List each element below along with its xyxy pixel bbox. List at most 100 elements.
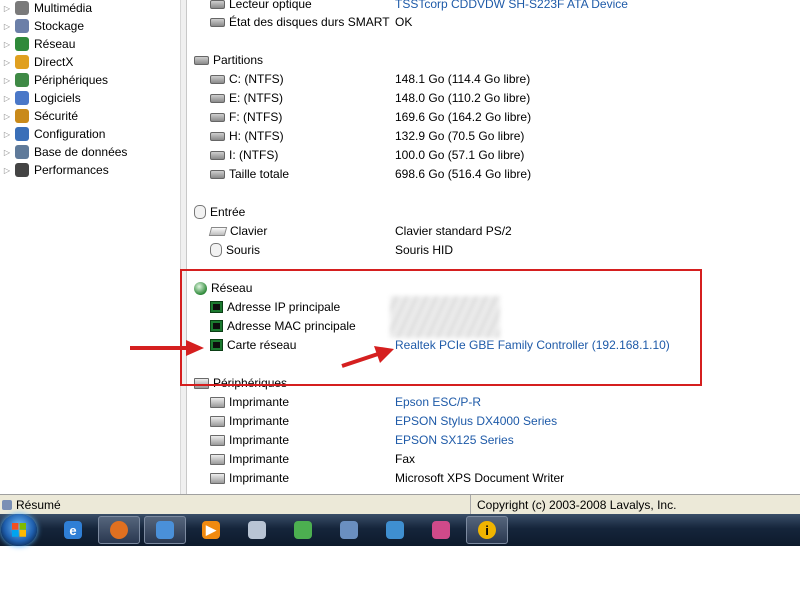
- tree-item-4[interactable]: ▷ Périphériques: [0, 71, 108, 89]
- taskbar-button-4[interactable]: [236, 516, 278, 544]
- tree-item-3[interactable]: ▷ DirectX: [0, 53, 73, 71]
- tree-item-9[interactable]: ▷ Performances: [0, 161, 109, 179]
- drive-icon: [210, 74, 225, 84]
- expand-icon[interactable]: ▷: [2, 4, 12, 13]
- directx-icon: [15, 55, 29, 69]
- table-row[interactable]: C: (NTFS) 148.1 Go (114.4 Go libre): [188, 70, 788, 88]
- network-icon: [15, 37, 29, 51]
- table-row[interactable]: I: (NTFS) 100.0 Go (57.1 Go libre): [188, 146, 788, 164]
- row-value: 169.6 Go (164.2 Go libre): [395, 110, 532, 124]
- row-label: F: (NTFS): [229, 110, 283, 124]
- status-left-text: Résumé: [16, 497, 61, 512]
- row-label-wrap: Entrée: [194, 205, 245, 219]
- expand-icon[interactable]: ▷: [2, 94, 12, 103]
- row-value[interactable]: Epson ESC/P-R: [395, 395, 481, 409]
- start-button[interactable]: [1, 514, 37, 546]
- tree-item-7[interactable]: ▷ Configuration: [0, 125, 105, 143]
- taskbar-button-9[interactable]: i: [466, 516, 508, 544]
- row-label: C: (NTFS): [229, 72, 284, 86]
- tree-item-2[interactable]: ▷ Réseau: [0, 35, 75, 53]
- row-label: Imprimante: [229, 395, 290, 409]
- row-label-wrap: Imprimante: [210, 395, 289, 409]
- annotation-arrow-left: [130, 340, 204, 356]
- printer-icon: [210, 415, 225, 427]
- taskbar-button-2[interactable]: [144, 516, 186, 544]
- drive-icon: [210, 150, 225, 160]
- row-label: E: (NTFS): [229, 91, 283, 105]
- taskbar-button-6[interactable]: [328, 516, 370, 544]
- table-row[interactable]: Imprimante EPSON Stylus DX4000 Series: [188, 412, 788, 430]
- taskbar-button-8[interactable]: [420, 516, 462, 544]
- status-left: Résumé: [0, 495, 470, 514]
- optical-drive-icon: [210, 0, 225, 9]
- tree-item-label: Logiciels: [34, 91, 81, 105]
- taskbar-button-1[interactable]: [98, 516, 140, 544]
- expand-icon[interactable]: ▷: [2, 22, 12, 31]
- row-label-wrap: Lecteur optique: [210, 0, 312, 11]
- table-row[interactable]: Imprimante EPSON SX125 Series: [188, 431, 788, 449]
- table-row[interactable]: Souris Souris HID: [188, 241, 788, 259]
- expand-icon[interactable]: ▷: [2, 112, 12, 121]
- table-row[interactable]: E: (NTFS) 148.0 Go (110.2 Go libre): [188, 89, 788, 107]
- expand-icon[interactable]: ▷: [2, 58, 12, 67]
- tree-item-label: Réseau: [34, 37, 76, 51]
- row-value: 148.0 Go (110.2 Go libre): [395, 91, 531, 105]
- thunderbird-icon: [156, 521, 174, 539]
- section-header: Partitions: [188, 51, 788, 69]
- tree-item-1[interactable]: ▷ Stockage: [0, 17, 84, 35]
- taskbar-button-3[interactable]: ▶: [190, 516, 232, 544]
- internet-explorer-icon: e: [64, 521, 82, 539]
- table-row[interactable]: État des disques durs SMART OK: [188, 13, 788, 31]
- hard-disk-icon: [210, 17, 225, 27]
- row-label: Imprimante: [229, 452, 290, 466]
- firefox-icon: [110, 521, 128, 539]
- expand-icon[interactable]: ▷: [2, 148, 12, 157]
- table-row[interactable]: Clavier Clavier standard PS/2: [188, 222, 788, 240]
- summary-icon: [2, 499, 12, 510]
- row-label: État des disques durs SMART: [229, 15, 390, 29]
- status-bar: Résumé Copyright (c) 2003-2008 Lavalys, …: [0, 494, 800, 514]
- row-label-wrap: H: (NTFS): [210, 129, 284, 143]
- shield-icon: [15, 109, 29, 123]
- annotation-arrow-right: [341, 346, 394, 368]
- table-row[interactable]: H: (NTFS) 132.9 Go (70.5 Go libre): [188, 127, 788, 145]
- row-value: 100.0 Go (57.1 Go libre): [395, 148, 525, 162]
- row-label-wrap: Clavier: [208, 224, 268, 238]
- row-label: Partitions: [213, 53, 264, 67]
- row-label-wrap: Imprimante: [210, 414, 289, 428]
- row-label-wrap: Imprimante: [210, 433, 289, 447]
- taskbar-button-7[interactable]: [374, 516, 416, 544]
- expand-icon[interactable]: ▷: [2, 76, 12, 85]
- table-row[interactable]: F: (NTFS) 169.6 Go (164.2 Go libre): [188, 108, 788, 126]
- tree-item-6[interactable]: ▷ Sécurité: [0, 107, 78, 125]
- users-icon: [386, 521, 404, 539]
- row-value: 148.1 Go (114.4 Go libre): [395, 72, 531, 86]
- tree-item-0[interactable]: ▷ Multimédia: [0, 0, 92, 17]
- tree-item-label: Stockage: [34, 19, 85, 33]
- taskbar-button-0[interactable]: e: [52, 516, 94, 544]
- hourglass-icon: [15, 163, 29, 177]
- printer-icon: [210, 396, 225, 408]
- status-right: Copyright (c) 2003-2008 Lavalys, Inc.: [470, 495, 800, 514]
- table-row[interactable]: Lecteur optique TSSTcorp CDDVDW SH-S223F …: [188, 0, 788, 13]
- media-player-icon: ▶: [202, 521, 220, 539]
- row-label: Imprimante: [229, 433, 290, 447]
- row-value: Microsoft XPS Document Writer: [395, 471, 565, 485]
- tree-item-5[interactable]: ▷ Logiciels: [0, 89, 81, 107]
- row-value[interactable]: EPSON Stylus DX4000 Series: [395, 414, 557, 428]
- tree-item-8[interactable]: ▷ Base de données: [0, 143, 127, 161]
- expand-icon[interactable]: ▷: [2, 166, 12, 175]
- expand-icon[interactable]: ▷: [2, 130, 12, 139]
- pane-splitter[interactable]: [180, 0, 187, 494]
- expand-icon[interactable]: ▷: [2, 40, 12, 49]
- table-row[interactable]: Imprimante Epson ESC/P-R: [188, 393, 788, 411]
- taskbar-button-5[interactable]: [282, 516, 324, 544]
- row-value[interactable]: EPSON SX125 Series: [395, 433, 514, 447]
- row-value[interactable]: TSSTcorp CDDVDW SH-S223F ATA Device: [395, 0, 628, 11]
- table-row[interactable]: Imprimante Fax: [188, 450, 788, 468]
- row-label: Clavier: [230, 224, 268, 238]
- configuration-icon: [15, 127, 29, 141]
- table-row[interactable]: Imprimante Microsoft XPS Document Writer: [188, 469, 788, 487]
- tree-item-label: Performances: [34, 163, 109, 177]
- table-row[interactable]: Taille totale 698.6 Go (516.4 Go libre): [188, 165, 788, 183]
